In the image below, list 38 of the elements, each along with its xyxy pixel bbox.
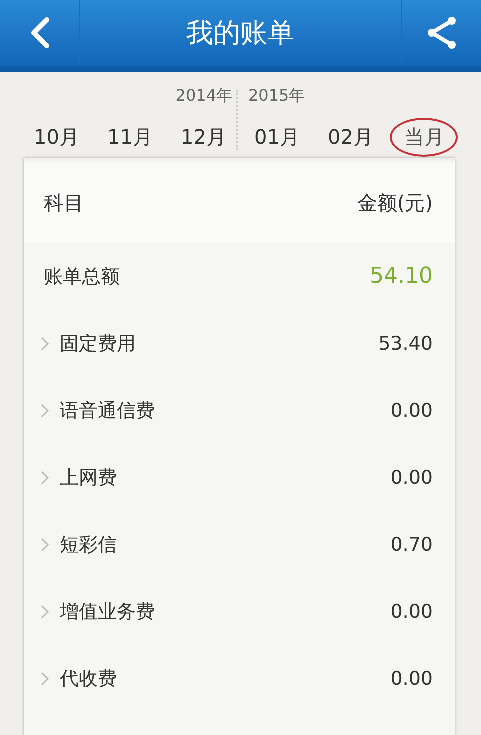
month-tab[interactable]: 01月 xyxy=(240,118,314,157)
item-name: 短彩信 xyxy=(60,532,118,558)
bill-item[interactable]: 固定费用 53.40 xyxy=(24,310,455,377)
item-name: 语音通信费 xyxy=(60,398,156,424)
back-icon xyxy=(28,17,50,49)
chevron-icon xyxy=(40,536,50,552)
item-name: 代收费 xyxy=(60,666,118,692)
item-amount: 0.70 xyxy=(390,534,433,556)
item-amount: 53.40 xyxy=(378,332,433,354)
chevron-icon xyxy=(40,670,50,686)
column-header: 科目 xyxy=(44,190,84,216)
item-amount: 54.10 xyxy=(370,264,433,289)
share-icon xyxy=(426,16,458,50)
item-name: 增值业务费 xyxy=(60,600,156,624)
page-title: 我的账单 xyxy=(186,17,296,51)
year-label: 2015年 xyxy=(248,86,306,107)
chevron-icon xyxy=(40,336,50,352)
item-name: 账单总额 xyxy=(44,264,121,290)
chevron-icon xyxy=(40,604,50,620)
month-tab[interactable]: 02月 xyxy=(314,118,388,157)
item-amount: 0.00 xyxy=(390,668,433,690)
bill-item[interactable]: 代收费 0.00 xyxy=(24,645,455,712)
item-name: 固定费用 xyxy=(60,332,137,356)
year-label: 2014年 xyxy=(176,86,232,107)
item-amount: 0.00 xyxy=(390,466,433,488)
chevron-icon xyxy=(40,470,50,486)
month-tab[interactable]: 11月 xyxy=(94,118,167,157)
chevron-icon xyxy=(40,402,50,418)
bill-item[interactable]: 短彩信 0.70 xyxy=(24,511,455,578)
bill-item[interactable]: 增值业务费 0.00 xyxy=(24,578,455,645)
column-header: 金额(元) xyxy=(357,190,433,216)
item-amount: 0.00 xyxy=(390,600,433,622)
bill-item[interactable]: 语音通信费 0.00 xyxy=(24,377,455,444)
item-amount: 0.00 xyxy=(390,400,433,422)
month-tab[interactable]: 10月 xyxy=(20,118,94,157)
item-name: 上网费 xyxy=(60,466,118,490)
month-tab[interactable]: 12月 xyxy=(167,118,240,157)
bill-item[interactable]: 上网费 0.00 xyxy=(24,444,455,511)
